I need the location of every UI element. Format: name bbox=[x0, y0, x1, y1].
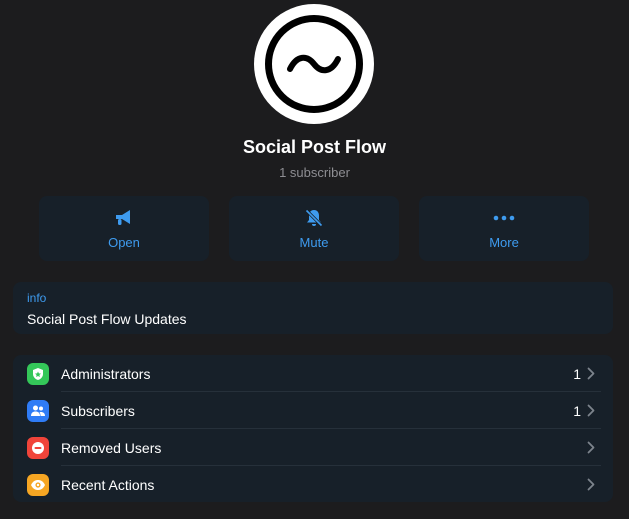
eye-icon bbox=[27, 473, 49, 496]
open-button[interactable]: Open bbox=[39, 196, 209, 261]
info-card[interactable]: info Social Post Flow Updates bbox=[13, 282, 613, 334]
chevron-right-icon bbox=[587, 404, 599, 418]
removed-users-label: Removed Users bbox=[61, 439, 162, 456]
more-label: More bbox=[489, 235, 519, 250]
administrators-label: Administrators bbox=[61, 365, 151, 382]
info-value: Social Post Flow Updates bbox=[27, 311, 187, 327]
mute-button[interactable]: Mute bbox=[229, 196, 399, 261]
chevron-right-icon bbox=[587, 441, 599, 455]
info-label: info bbox=[27, 291, 47, 305]
shield-icon bbox=[27, 362, 49, 385]
people-icon bbox=[27, 399, 49, 422]
administrators-count: 1 bbox=[573, 365, 581, 382]
subscriber-count: 1 subscriber bbox=[279, 165, 350, 180]
channel-title: Social Post Flow bbox=[242, 137, 387, 157]
mute-label: Mute bbox=[299, 235, 329, 250]
bell-slash-icon bbox=[304, 207, 324, 229]
subscribers-label: Subscribers bbox=[61, 402, 135, 419]
ellipsis-icon bbox=[493, 207, 515, 229]
megaphone-icon bbox=[114, 207, 134, 229]
tilde-logo-icon bbox=[287, 54, 341, 74]
list-item-subscribers[interactable]: Subscribers 1 bbox=[13, 392, 613, 429]
list-item-removed-users[interactable]: Removed Users bbox=[13, 429, 613, 466]
management-list: Administrators 1 Subscribers 1 Removed U… bbox=[13, 355, 613, 502]
minus-circle-icon bbox=[27, 436, 49, 459]
channel-info-page: Social Post Flow 1 subscriber Open Mute bbox=[0, 0, 629, 519]
more-button[interactable]: More bbox=[419, 196, 589, 261]
list-item-administrators[interactable]: Administrators 1 bbox=[13, 355, 613, 392]
list-item-recent-actions[interactable]: Recent Actions bbox=[13, 466, 613, 502]
subscribers-count: 1 bbox=[573, 402, 581, 419]
chevron-right-icon bbox=[587, 478, 599, 492]
recent-actions-label: Recent Actions bbox=[61, 476, 155, 493]
chevron-right-icon bbox=[587, 367, 599, 381]
avatar-logo bbox=[265, 15, 363, 113]
channel-avatar[interactable] bbox=[254, 4, 374, 124]
open-label: Open bbox=[108, 235, 140, 250]
